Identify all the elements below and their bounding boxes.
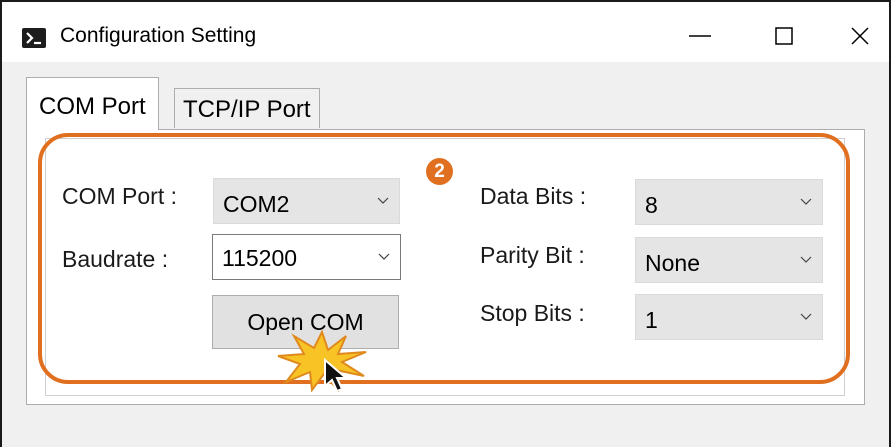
step-badge: 2 [426, 158, 453, 185]
tab-strip: COM Port TCP/IP Port [2, 62, 889, 130]
maximize-button[interactable] [754, 14, 814, 58]
click-burst-icon [277, 330, 367, 392]
minimize-button[interactable] [670, 14, 730, 58]
minimize-icon [689, 35, 711, 37]
terminal-icon [22, 28, 46, 48]
close-icon [851, 27, 869, 45]
title-bar[interactable]: Configuration Setting [2, 2, 889, 62]
window-title: Configuration Setting [60, 24, 257, 47]
tab-com-port[interactable]: COM Port [26, 77, 159, 130]
tab-tcp-ip-port[interactable]: TCP/IP Port [174, 88, 320, 128]
mouse-pointer-icon [324, 358, 349, 393]
close-button[interactable] [830, 14, 890, 58]
maximize-icon [775, 27, 793, 45]
